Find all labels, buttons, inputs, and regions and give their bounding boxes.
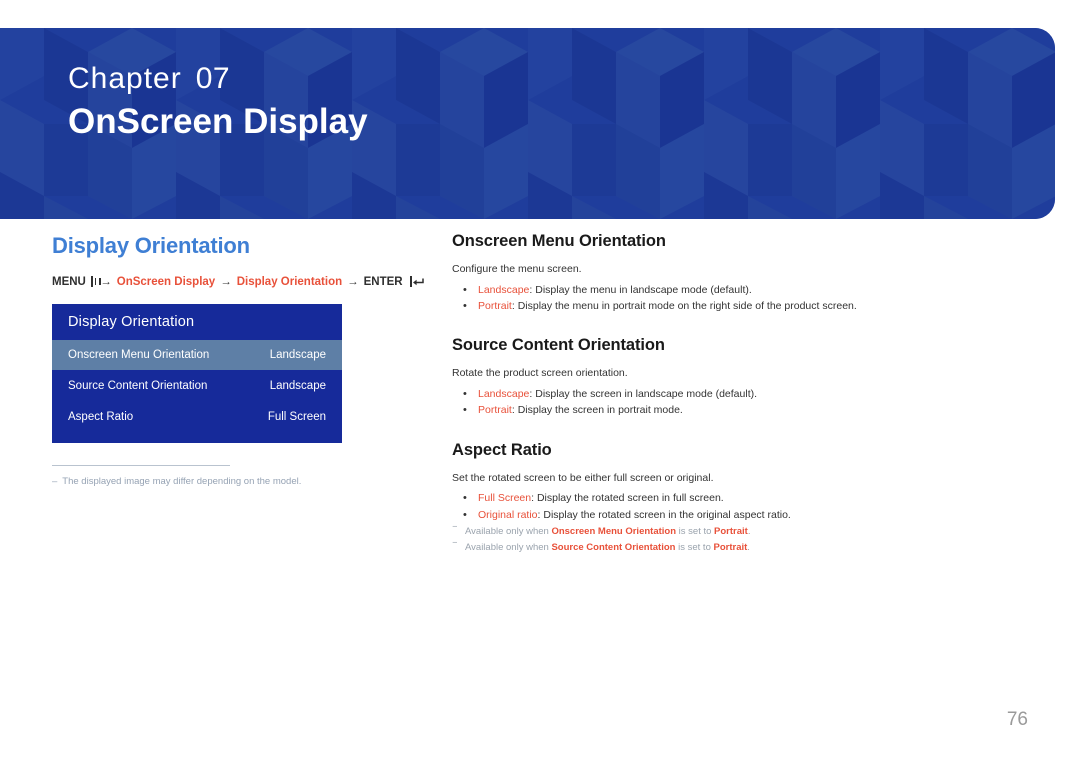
- section-bullet-list: Full Screen: Display the rotated screen …: [452, 490, 1012, 524]
- breadcrumb-arrow-2: →: [220, 275, 232, 288]
- osd-row-value: Landscape: [269, 348, 326, 361]
- bullet-item: Full Screen: Display the rotated screen …: [452, 490, 1012, 507]
- menu-grid-icon: [90, 276, 103, 287]
- page-number: 76: [1006, 709, 1028, 730]
- section-intro: Set the rotated screen to be either full…: [452, 471, 714, 484]
- bullet-text: Display the menu in landscape mode (defa…: [535, 283, 752, 296]
- section-bullet-list: Landscape: Display the screen in landsca…: [452, 386, 1012, 420]
- chapter-banner: Chapter 07 OnScreen Display: [0, 28, 1055, 219]
- osd-row-label: Aspect Ratio: [68, 410, 134, 423]
- osd-row-label: Onscreen Menu Orientation: [68, 348, 210, 361]
- bullet-item: Original ratio: Display the rotated scre…: [452, 507, 1012, 524]
- footnote-middle: is set to: [676, 525, 715, 537]
- chapter-line: Chapter 07: [68, 64, 368, 94]
- osd-row-value: Landscape: [269, 379, 326, 392]
- bullet-item: Portrait: Display the screen in portrait…: [452, 402, 1012, 419]
- section-footnote: Available only when Source Content Orien…: [452, 540, 1012, 558]
- breadcrumb-menu-label: MENU: [52, 275, 86, 288]
- manual-page: Chapter 07 OnScreen Display Display Orien…: [0, 0, 1080, 763]
- bullet-text: Display the screen in landscape mode (de…: [535, 388, 758, 401]
- breadcrumb-crumb-display-orientation[interactable]: Display Orientation: [237, 276, 342, 288]
- bullet-text: Display the screen in portrait mode.: [517, 404, 683, 417]
- section-bullet-list: Landscape: Display the menu in landscape…: [452, 282, 1012, 316]
- breadcrumb-enter-label: ENTER: [363, 275, 403, 288]
- bullet-item: Portrait: Display the menu in portrait m…: [452, 298, 1012, 315]
- left-footnote: – The displayed image may differ dependi…: [52, 464, 342, 489]
- left-column: Display Orientation MENU → OnScreen Disp…: [52, 232, 424, 489]
- osd-row-aspect-ratio[interactable]: Aspect Ratio Full Screen: [52, 402, 342, 432]
- breadcrumb-crumb-onscreen-display[interactable]: OnScreen Display: [117, 276, 215, 288]
- footnote-text-row: – The displayed image may differ dependi…: [52, 475, 342, 488]
- footnote-text: The displayed image may differ depending…: [62, 476, 302, 487]
- bullet-term: Portrait: [478, 300, 512, 313]
- section-intro: Rotate the product screen orientation.: [452, 367, 628, 380]
- osd-panel-header: Display Orientation: [68, 313, 195, 330]
- right-column: Onscreen Menu Orientation Configure the …: [452, 232, 1012, 558]
- bullet-item: Landscape: Display the screen in landsca…: [452, 386, 1012, 403]
- bullet-text: Display the rotated screen in the origin…: [543, 508, 791, 521]
- chapter-number: 07: [195, 62, 231, 95]
- footnote-term-2: Portrait: [713, 542, 748, 554]
- section-heading: Onscreen Menu Orientation: [452, 232, 666, 250]
- footnote-suffix: .: [747, 542, 750, 554]
- section-footnote: Available only when Onscreen Menu Orient…: [452, 524, 1012, 542]
- footnote-dash: –: [52, 476, 58, 487]
- bullet-term: Landscape: [478, 388, 530, 401]
- breadcrumb-arrow-1: →: [100, 275, 112, 288]
- breadcrumb: MENU → OnScreen Display → Display Orient…: [52, 275, 424, 288]
- footnote-divider: [52, 464, 230, 466]
- breadcrumb-arrow-3: →: [347, 275, 359, 288]
- bullet-term: Original ratio: [478, 508, 538, 521]
- footnote-term-1: Onscreen Menu Orientation: [551, 525, 677, 537]
- osd-menu-panel: Display Orientation Onscreen Menu Orient…: [52, 303, 342, 443]
- footnote-prefix: Available only when: [465, 542, 552, 554]
- footnote-middle: is set to: [675, 542, 714, 554]
- footnote-term-2: Portrait: [714, 525, 748, 537]
- bullet-item: Landscape: Display the menu in landscape…: [452, 282, 1012, 299]
- bullet-text: Display the menu in portrait mode on the…: [517, 300, 857, 313]
- osd-row-source-content-orientation[interactable]: Source Content Orientation Landscape: [52, 371, 342, 401]
- bullet-text: Display the rotated screen in full scree…: [536, 492, 724, 505]
- osd-row-onscreen-menu-orientation[interactable]: Onscreen Menu Orientation Landscape: [52, 339, 342, 370]
- bullet-term: Full Screen: [478, 492, 532, 505]
- page-title: Display Orientation: [52, 233, 250, 258]
- osd-row-value: Full Screen: [267, 410, 326, 423]
- section-heading: Source Content Orientation: [452, 336, 665, 355]
- bullet-term: Landscape: [478, 283, 530, 296]
- chapter-title: OnScreen Display: [68, 102, 368, 141]
- section-onscreen-menu-orientation: Onscreen Menu Orientation Configure the …: [452, 232, 1012, 316]
- chapter-word: Chapter: [68, 62, 182, 95]
- footnote-suffix: .: [747, 525, 751, 537]
- section-aspect-ratio: Aspect Ratio Set the rotated screen to b…: [452, 440, 1012, 558]
- section-heading: Aspect Ratio: [452, 440, 552, 459]
- footnote-term-1: Source Content Orientation: [551, 542, 676, 554]
- bullet-term: Portrait: [478, 404, 512, 417]
- banner-text-group: Chapter 07 OnScreen Display: [68, 64, 368, 141]
- enter-key-icon: [409, 276, 424, 287]
- section-source-content-orientation: Source Content Orientation Rotate the pr…: [452, 336, 1012, 420]
- footnote-prefix: Available only when: [465, 525, 552, 537]
- section-intro: Configure the menu screen.: [452, 263, 582, 275]
- osd-row-label: Source Content Orientation: [68, 379, 208, 392]
